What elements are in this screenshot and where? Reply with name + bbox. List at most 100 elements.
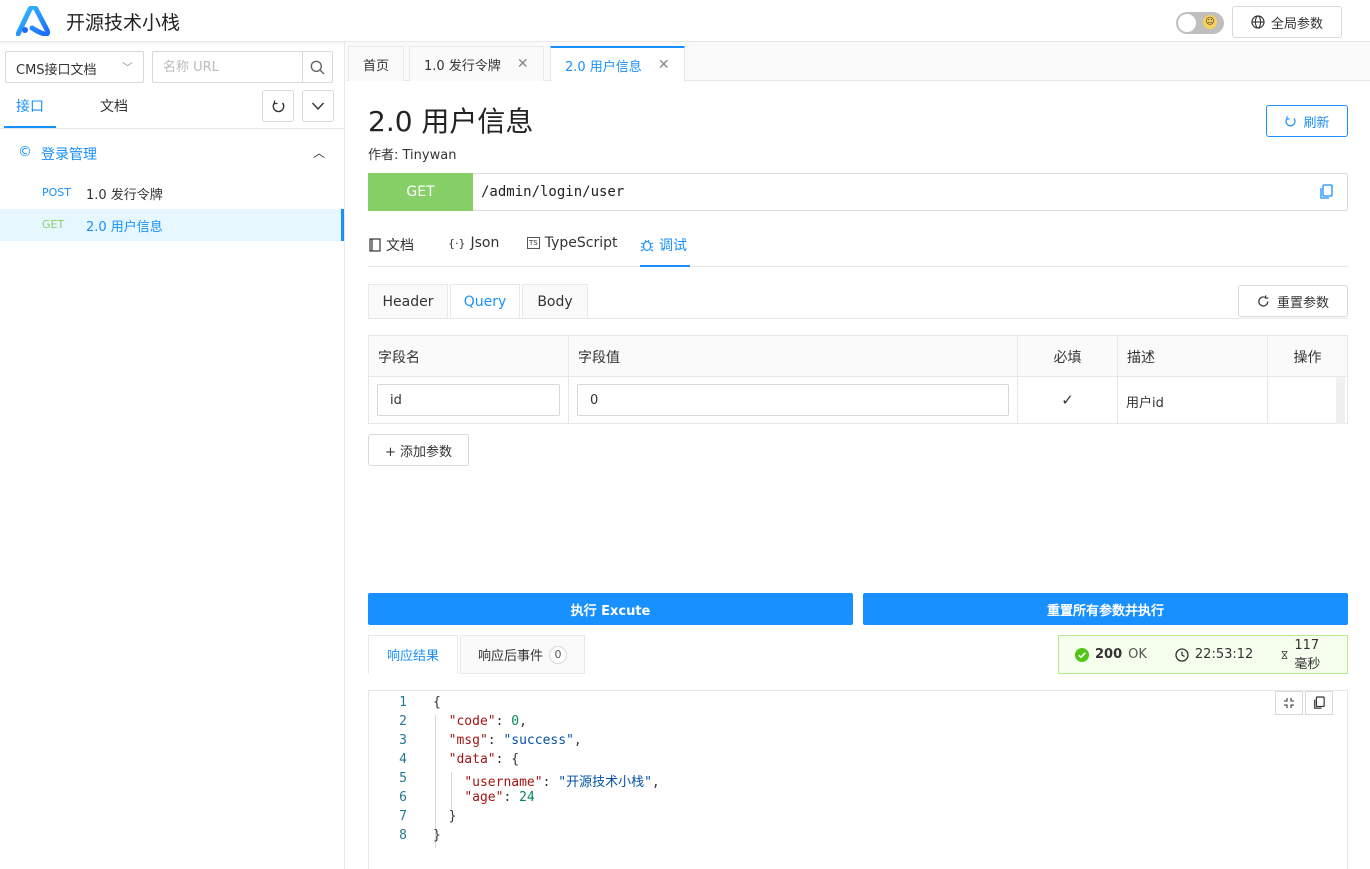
- logo-icon: [16, 6, 50, 36]
- tab-json[interactable]: {·} Json: [448, 235, 499, 251]
- table-cell: [369, 376, 569, 424]
- column-header: 字段名: [369, 336, 569, 376]
- braces-icon: {·}: [448, 236, 466, 250]
- tab-issue-token[interactable]: 1.0 发行令牌 ✕: [409, 46, 544, 81]
- response-time: 22:53:12: [1175, 647, 1253, 662]
- search-button[interactable]: [302, 52, 332, 82]
- params-table: 字段名 字段值 必填 描述 操作 ✓ 用户id: [368, 335, 1348, 424]
- line-number: 1: [399, 695, 407, 710]
- required-check: ✓: [1018, 376, 1118, 424]
- chevron-up-icon: ︿: [313, 146, 326, 160]
- code-text: {: [433, 695, 441, 710]
- fullscreen-icon: [1284, 698, 1294, 708]
- add-param-button[interactable]: + 添加参数: [368, 434, 469, 466]
- column-header: 操作: [1268, 336, 1347, 376]
- column-header: 必填: [1018, 336, 1118, 376]
- reset-params-button[interactable]: 重置参数: [1238, 285, 1348, 317]
- divider: [0, 128, 344, 129]
- tab-label: 响应后事件: [477, 649, 543, 664]
- param-description: 用户id: [1118, 376, 1268, 424]
- code-text: }: [433, 828, 441, 843]
- theme-toggle[interactable]: ☺: [1176, 12, 1224, 34]
- tab-response-events[interactable]: 响应后事件 0: [460, 635, 585, 674]
- tab-debug[interactable]: 调试: [640, 235, 687, 255]
- scrollbar[interactable]: [1336, 377, 1345, 424]
- code-text: "username": "开源技术小栈",: [464, 775, 660, 790]
- refresh-label: 刷新: [1303, 115, 1330, 131]
- api-name: 2.0 用户信息: [86, 220, 163, 235]
- group-login-management[interactable]: © 登录管理 ︿: [0, 138, 344, 168]
- code-text: "data": {: [448, 752, 520, 767]
- side-tab-docs[interactable]: 文档: [100, 96, 128, 116]
- tab-response-result[interactable]: 响应结果: [368, 635, 458, 674]
- copy-icon: [1314, 696, 1325, 709]
- refresh-button[interactable]: 刷新: [1266, 105, 1348, 137]
- app-title: 开源技术小栈: [66, 12, 181, 34]
- search-box: [152, 51, 333, 83]
- code-line: 2 "code": 0,: [369, 714, 1269, 733]
- global-params-button[interactable]: 全局参数: [1232, 6, 1342, 38]
- execute-button[interactable]: 执行 Excute: [368, 593, 853, 625]
- column-header: 描述: [1118, 336, 1268, 376]
- status-code-value: 200: [1095, 647, 1123, 662]
- code-line: 5 "username": "开源技术小栈",: [369, 771, 1269, 790]
- sidebar-item-user-info[interactable]: GET 2.0 用户信息: [0, 209, 344, 241]
- events-count-badge: 0: [549, 645, 567, 664]
- tab-user-info[interactable]: 2.0 用户信息 ✕: [550, 46, 685, 82]
- tab-label: 调试: [659, 238, 687, 254]
- line-number: 7: [399, 809, 407, 824]
- tab-label: 首页: [363, 58, 390, 74]
- bug-icon: [640, 239, 654, 252]
- code-line: 1{: [369, 695, 1269, 714]
- top-bar: 开源技术小栈 ☺ 全局参数: [0, 0, 1370, 42]
- tab-docs[interactable]: 文档: [369, 235, 414, 255]
- response-body[interactable]: 1{2 "code": 0, 3 "msg": "success", 4 "data…: [368, 690, 1348, 869]
- tab-home[interactable]: 首页: [348, 46, 405, 81]
- fullscreen-button[interactable]: [1275, 691, 1303, 715]
- page-title: 2.0 用户信息: [368, 105, 534, 138]
- code-text: "age": 24: [464, 790, 535, 805]
- line-number: 4: [399, 752, 407, 767]
- line-number: 8: [399, 828, 407, 843]
- table-cell: [569, 376, 1018, 424]
- reload-icon: [1285, 115, 1297, 126]
- sidebar-item-issue-token[interactable]: POST 1.0 发行令牌: [0, 177, 344, 209]
- method-badge: GET: [368, 173, 473, 211]
- global-params-label: 全局参数: [1270, 16, 1323, 32]
- code-line: 7 }: [369, 809, 1269, 828]
- code-text: "msg": "success",: [448, 733, 582, 748]
- tab-label: Json: [470, 235, 500, 251]
- line-number: 3: [399, 733, 407, 748]
- check-circle-icon: [1075, 647, 1089, 662]
- reset-and-execute-button[interactable]: 重置所有参数并执行: [863, 593, 1348, 625]
- close-icon[interactable]: ✕: [658, 57, 670, 73]
- tab-label: TypeScript: [544, 235, 618, 251]
- code-text: "code": 0,: [448, 714, 527, 729]
- code-line: 6 "age": 24: [369, 790, 1269, 809]
- globe-icon: [1251, 15, 1265, 29]
- line-number: 5: [399, 771, 407, 786]
- reload-button[interactable]: [262, 90, 294, 122]
- duration-value: 117毫秒: [1294, 637, 1321, 672]
- code-toolbar: [1275, 691, 1333, 715]
- code-text: }: [433, 809, 457, 824]
- tab-query[interactable]: Query: [450, 284, 520, 319]
- collapse-button[interactable]: [302, 90, 334, 122]
- search-input[interactable]: [153, 52, 302, 82]
- tab-body[interactable]: Body: [522, 284, 588, 319]
- copy-icon[interactable]: [1319, 184, 1333, 200]
- close-icon[interactable]: ✕: [517, 56, 529, 72]
- project-select[interactable]: CMS接口文档 ﹀: [5, 51, 144, 83]
- tab-label: 1.0 发行令牌: [424, 58, 501, 74]
- side-tab-api[interactable]: 接口: [16, 96, 44, 116]
- method-badge: GET: [42, 218, 65, 231]
- tab-header[interactable]: Header: [368, 284, 448, 319]
- url-bar: GET /admin/login/user: [368, 173, 1348, 211]
- param-value-input[interactable]: [577, 384, 1009, 416]
- copy-button[interactable]: [1305, 691, 1333, 715]
- status-code: 200 OK: [1075, 647, 1147, 662]
- tab-typescript[interactable]: TS TypeScript: [527, 235, 618, 251]
- clock-icon: [1175, 647, 1189, 662]
- typescript-icon: TS: [527, 237, 540, 249]
- param-name-input[interactable]: [377, 384, 560, 416]
